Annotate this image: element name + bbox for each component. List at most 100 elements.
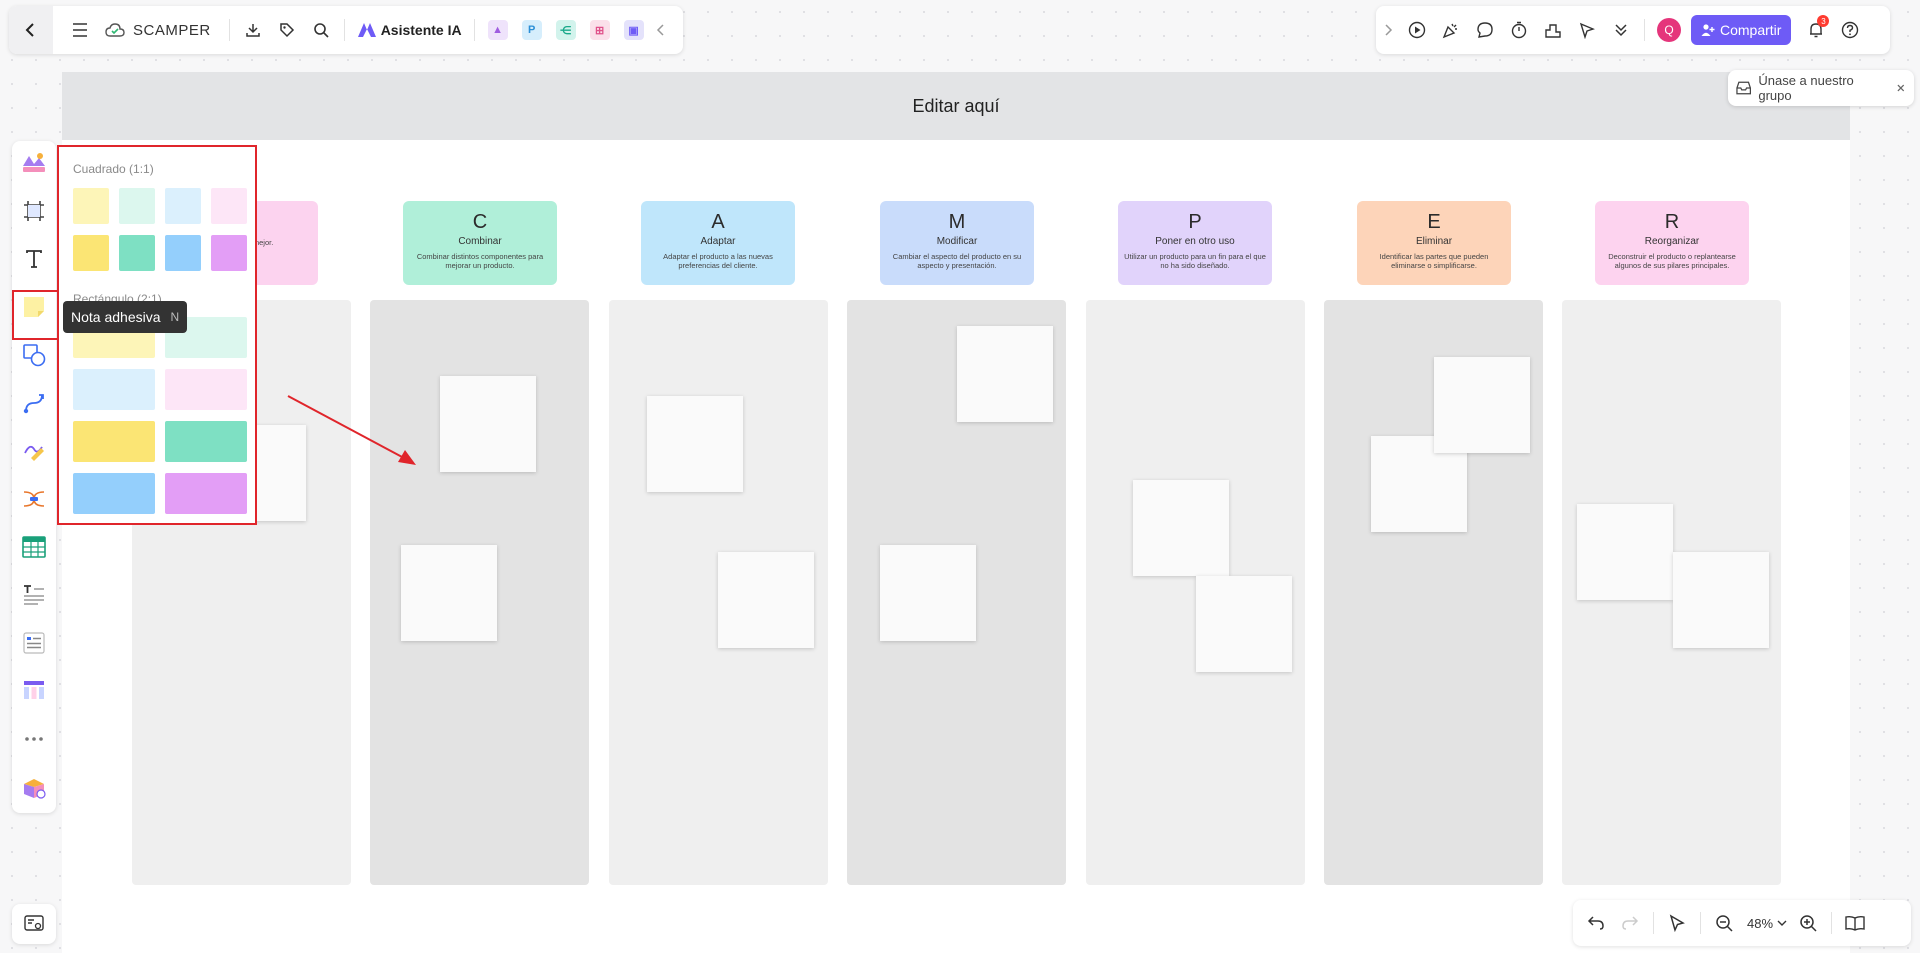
cursor-icon — [1669, 914, 1685, 932]
rect-swatch-green[interactable] — [165, 421, 247, 462]
rect-swatch-light-blue[interactable] — [73, 369, 155, 410]
pen-icon — [24, 445, 44, 461]
pen-tool[interactable] — [19, 436, 49, 466]
rect-swatch-yellow[interactable] — [73, 421, 155, 462]
square-swatch-light-blue[interactable] — [165, 188, 201, 224]
card-e[interactable]: E Eliminar Identificar las partes que pu… — [1357, 201, 1511, 285]
kanban-icon — [24, 681, 44, 699]
back-button[interactable] — [9, 6, 53, 54]
chevron-down-icon[interactable] — [1777, 919, 1787, 927]
shape-tool[interactable] — [19, 340, 49, 370]
image-app-icon[interactable]: ▲ — [487, 20, 508, 40]
sticky-note[interactable] — [401, 545, 497, 641]
bottom-toolbar: 48% — [1573, 900, 1911, 946]
mind-map-tool[interactable] — [19, 484, 49, 514]
zoom-level[interactable]: 48% — [1747, 916, 1773, 931]
sticky-note[interactable] — [1673, 552, 1769, 648]
timer-button[interactable] — [1502, 13, 1536, 47]
help-button[interactable] — [1833, 13, 1867, 47]
notifications-button[interactable]: 3 — [1799, 13, 1833, 47]
follow-cursor-button[interactable] — [1570, 13, 1604, 47]
sticky-note[interactable] — [440, 376, 536, 472]
square-swatch-green[interactable] — [119, 235, 155, 271]
close-icon[interactable] — [1896, 83, 1906, 93]
user-avatar[interactable]: Q — [1657, 18, 1681, 42]
card-r[interactable]: R Reorganizar Deconstruir el producto o … — [1595, 201, 1749, 285]
sticky-note[interactable] — [718, 552, 814, 648]
comments-button[interactable] — [1468, 13, 1502, 47]
square-swatch-light-green[interactable] — [119, 188, 155, 224]
card-c[interactable]: C Combinar Combinar distintos componente… — [403, 201, 557, 285]
rect-swatch-purple[interactable] — [165, 473, 247, 514]
expand-button[interactable] — [1376, 13, 1400, 47]
more-tools[interactable] — [19, 724, 49, 754]
more-tools-button[interactable] — [1604, 13, 1638, 47]
card-p[interactable]: P Poner en otro uso Utilizar un producto… — [1118, 201, 1272, 285]
sticky-note[interactable] — [957, 326, 1053, 422]
square-swatch-blue[interactable] — [165, 235, 201, 271]
canvas[interactable]: Editar aquí S producto por mejor. C Comb… — [0, 0, 1920, 953]
flowchart-app-icon[interactable]: ⊞ — [589, 20, 610, 40]
search-button[interactable] — [304, 13, 338, 47]
celebrate-button[interactable] — [1434, 13, 1468, 47]
undo-icon — [1587, 916, 1604, 930]
cursor-follow-icon — [1579, 22, 1595, 39]
rect-swatch-light-pink[interactable] — [165, 369, 247, 410]
document-name[interactable]: SCAMPER — [133, 22, 211, 39]
sticky-note[interactable] — [1133, 480, 1229, 576]
comment-icon — [1477, 22, 1493, 38]
square-swatch-light-pink[interactable] — [211, 188, 247, 224]
list-tool[interactable] — [19, 628, 49, 658]
redo-button[interactable] — [1613, 906, 1647, 940]
download-button[interactable] — [236, 13, 270, 47]
kanban-tool[interactable] — [19, 676, 49, 706]
sticky-note[interactable] — [880, 545, 976, 641]
zoom-in-button[interactable] — [1791, 906, 1825, 940]
mindmap-app-icon[interactable]: ⋲ — [555, 20, 576, 40]
search-icon — [313, 23, 329, 38]
rect-swatch-blue[interactable] — [73, 473, 155, 514]
sticky-note[interactable] — [647, 396, 743, 492]
text-tool[interactable] — [19, 244, 49, 274]
share-button[interactable]: Compartir — [1691, 15, 1792, 45]
divider — [1831, 912, 1833, 934]
join-group-banner[interactable]: Únase a nuestro grupo — [1728, 70, 1914, 106]
board-header[interactable]: Editar aquí — [62, 72, 1850, 140]
zoom-out-button[interactable] — [1707, 906, 1741, 940]
sticky-note[interactable] — [1196, 576, 1292, 672]
templates-tool[interactable] — [19, 148, 49, 178]
square-swatch-light-yellow[interactable] — [73, 188, 109, 224]
menu-button[interactable] — [63, 13, 97, 47]
present-button[interactable] — [1400, 13, 1434, 47]
square-swatch-purple[interactable] — [211, 235, 247, 271]
undo-button[interactable] — [1579, 906, 1613, 940]
tag-button[interactable] — [270, 13, 304, 47]
card-desc: Combinar distintos componentes para mejo… — [416, 252, 544, 270]
apps-tool[interactable] — [19, 772, 49, 802]
table-tool[interactable] — [19, 532, 49, 562]
text-block-tool[interactable] — [19, 580, 49, 610]
collapse-apps-button[interactable] — [651, 13, 671, 47]
zoom-in-icon — [1800, 915, 1817, 932]
square-swatch-yellow[interactable] — [73, 235, 109, 271]
minimap-toggle[interactable] — [12, 904, 56, 944]
chat-app-icon[interactable]: ▣ — [623, 20, 644, 40]
sticky-note[interactable] — [1434, 357, 1530, 453]
guide-button[interactable] — [1838, 906, 1872, 940]
card-letter: R — [1664, 211, 1680, 233]
card-name: Eliminar — [1415, 236, 1453, 247]
frame-tool[interactable] — [19, 196, 49, 226]
ai-assistant-button[interactable]: Asistente IA — [351, 22, 468, 38]
select-tool-button[interactable] — [1660, 906, 1694, 940]
card-a[interactable]: A Adaptar Adaptar el producto a las nuev… — [641, 201, 795, 285]
card-m[interactable]: M Modificar Cambiar el aspecto del produ… — [880, 201, 1034, 285]
presentation-app-icon[interactable]: P — [521, 20, 542, 40]
help-icon — [1842, 21, 1859, 39]
cloud-sync-status[interactable] — [103, 13, 127, 47]
tooltip-shortcut: N — [170, 310, 180, 324]
vote-button[interactable] — [1536, 13, 1570, 47]
sticky-note[interactable] — [1577, 504, 1673, 600]
board-title[interactable]: Editar aquí — [912, 96, 999, 117]
connector-tool[interactable] — [19, 388, 49, 418]
top-toolbar-left: SCAMPER Asistente IA ▲ P ⋲ ⊞ ▣ — [9, 6, 683, 54]
